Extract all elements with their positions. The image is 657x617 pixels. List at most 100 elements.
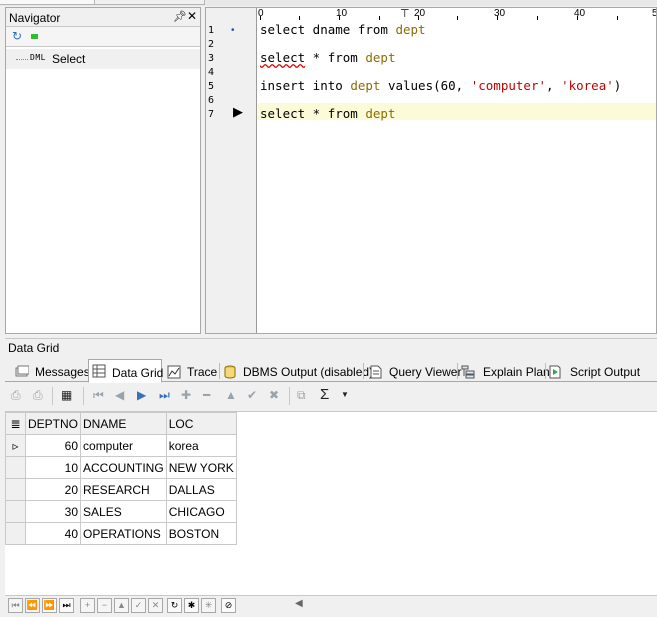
editor-ruler: 0 10 20 30 40 5 ⊤	[258, 8, 656, 21]
table-row[interactable]: 30 SALES CHICAGO	[5, 500, 237, 523]
status-icon[interactable]	[31, 34, 38, 39]
insert-record-icon[interactable]: ✚	[181, 388, 191, 402]
panel-title: Data Grid	[8, 341, 60, 355]
print-preview-icon[interactable]: ⎙	[33, 388, 43, 403]
single-record-view-icon[interactable]: ⧉	[297, 388, 306, 403]
row-indicator[interactable]	[5, 522, 26, 545]
tree-item-dml-select[interactable]: DML Select	[6, 49, 200, 69]
close-icon[interactable]: ✕	[187, 9, 197, 23]
ruler-label: 5	[652, 8, 656, 19]
tree-item-label: Select	[52, 52, 86, 66]
tab-label: Query Viewer	[389, 365, 462, 379]
table-cell[interactable]: 30	[24, 500, 82, 523]
code-line-3[interactable]: select * from dept	[260, 50, 395, 65]
scroll-left-icon[interactable]: ◀	[295, 598, 303, 609]
ruler-label: 40	[574, 8, 586, 19]
table-row[interactable]: ▹ 60 computer korea	[5, 434, 237, 457]
chevron-down-icon[interactable]: ▼	[341, 390, 349, 399]
print-icon[interactable]: ⎙	[11, 388, 21, 403]
table-cell[interactable]: RESEARCH	[80, 478, 167, 501]
line-number: 4	[208, 67, 215, 78]
results-table: ≣ DEPTNO DNAME LOC ▹ 60 computer korea 1…	[5, 412, 237, 545]
ruler-tick	[379, 16, 380, 20]
table-row[interactable]: 20 RESEARCH DALLAS	[5, 478, 237, 501]
tab-separator	[545, 363, 546, 379]
sql-editor[interactable]: 1 • 2 3 4 5 6 7 ▶ 0 10 20 30 40 5 ⊤ sele…	[205, 7, 657, 334]
insert-icon[interactable]: +	[80, 598, 95, 613]
next-record-icon[interactable]: ▶	[137, 388, 146, 402]
delete-record-icon[interactable]: ━	[203, 388, 210, 402]
output-tabs: Messages Data Grid Trace DBMS Output (di…	[5, 358, 657, 383]
edit-record-icon[interactable]: ▲	[225, 388, 237, 402]
table-cell[interactable]: 10	[24, 456, 82, 479]
editor-gutter: 1 • 2 3 4 5 6 7 ▶	[206, 8, 257, 333]
refresh-icon[interactable]: ↻	[12, 30, 25, 43]
column-header-dname[interactable]: DNAME	[80, 412, 167, 435]
pin-icon[interactable]: 📌︎	[173, 10, 187, 23]
table-cell[interactable]: korea	[165, 434, 237, 457]
ruler-label: 10	[336, 8, 348, 19]
table-cell[interactable]: SALES	[80, 500, 167, 523]
row-indicator[interactable]	[5, 456, 26, 479]
table-cell[interactable]: NEW YORK	[165, 456, 237, 479]
row-indicator[interactable]	[5, 478, 26, 501]
tab-dbms-output[interactable]: DBMS Output (disabled)	[223, 361, 373, 382]
row-indicator-header[interactable]: ≣	[5, 412, 26, 435]
first-page-icon[interactable]: ⏮	[8, 598, 23, 613]
tab-query-viewer[interactable]: Query Viewer	[367, 361, 461, 382]
table-cell[interactable]: DALLAS	[165, 478, 237, 501]
database-icon	[223, 365, 237, 379]
prior-record-icon[interactable]: ◀	[115, 388, 124, 402]
ruler-label: 20	[414, 8, 426, 19]
column-header-loc[interactable]: LOC	[165, 412, 237, 435]
delete-icon[interactable]: −	[97, 598, 112, 613]
last-record-icon[interactable]: ⏭	[159, 388, 170, 403]
ruler-tick	[537, 16, 538, 20]
prior-page-icon[interactable]: ⏪	[25, 598, 40, 613]
data-grid[interactable]: ≣ DEPTNO DNAME LOC ▹ 60 computer korea 1…	[5, 411, 657, 595]
cancel-edit-icon[interactable]: ✖	[269, 388, 279, 402]
post-icon[interactable]: ✓	[131, 598, 146, 613]
document-icon	[369, 365, 383, 379]
document-tab[interactable]	[95, 0, 205, 5]
goto-bookmark-icon[interactable]: ✳	[201, 598, 216, 613]
sigma-icon[interactable]: Σ	[320, 386, 329, 403]
current-row-indicator-icon[interactable]: ▹	[5, 434, 26, 457]
tab-label: Trace	[187, 365, 218, 379]
first-record-icon[interactable]: ⏮	[93, 388, 104, 403]
table-cell[interactable]: CHICAGO	[165, 500, 237, 523]
filter-icon[interactable]: ⊘	[221, 598, 236, 613]
set-bookmark-icon[interactable]: ✱	[184, 598, 199, 613]
grid-icon	[92, 364, 106, 378]
table-row[interactable]: 40 OPERATIONS BOSTON	[5, 522, 237, 545]
cancel-icon[interactable]: ✕	[148, 598, 163, 613]
tab-data-grid[interactable]: Data Grid	[88, 359, 163, 383]
tab-script-output[interactable]: Script Output	[548, 361, 648, 382]
column-header-deptno[interactable]: DEPTNO	[24, 412, 82, 435]
table-cell[interactable]: ACCOUNTING	[80, 456, 167, 479]
tab-explain-plan[interactable]: Explain Plan	[461, 361, 550, 382]
last-page-icon[interactable]: ⏭	[59, 598, 74, 613]
refresh-icon[interactable]: ↻	[167, 598, 182, 613]
line-number: 6	[208, 95, 215, 106]
table-cell[interactable]: 40	[24, 522, 82, 545]
row-indicator[interactable]	[5, 500, 26, 523]
edit-icon[interactable]: ▲	[114, 598, 129, 613]
export-grid-icon[interactable]: ▦	[61, 388, 72, 402]
tab-messages[interactable]: Messages	[15, 361, 91, 382]
document-tab[interactable]	[0, 0, 95, 5]
table-cell[interactable]: 60	[24, 434, 82, 457]
tab-trace[interactable]: Trace	[165, 361, 221, 382]
code-line-7[interactable]: select * from dept	[260, 106, 395, 121]
table-cell[interactable]: BOSTON	[165, 522, 237, 545]
next-page-icon[interactable]: ⏩	[42, 598, 57, 613]
post-edit-icon[interactable]: ✔	[247, 388, 257, 402]
table-cell[interactable]: 20	[24, 478, 82, 501]
table-row[interactable]: 10 ACCOUNTING NEW YORK	[5, 456, 237, 479]
code-line-1[interactable]: select dname from dept	[260, 22, 426, 37]
tab-label: Script Output	[570, 365, 641, 379]
line-number: 5	[208, 81, 215, 92]
table-cell[interactable]: OPERATIONS	[80, 522, 167, 545]
code-line-5[interactable]: insert into dept values(60, 'computer', …	[260, 78, 621, 93]
table-cell[interactable]: computer	[80, 434, 167, 457]
